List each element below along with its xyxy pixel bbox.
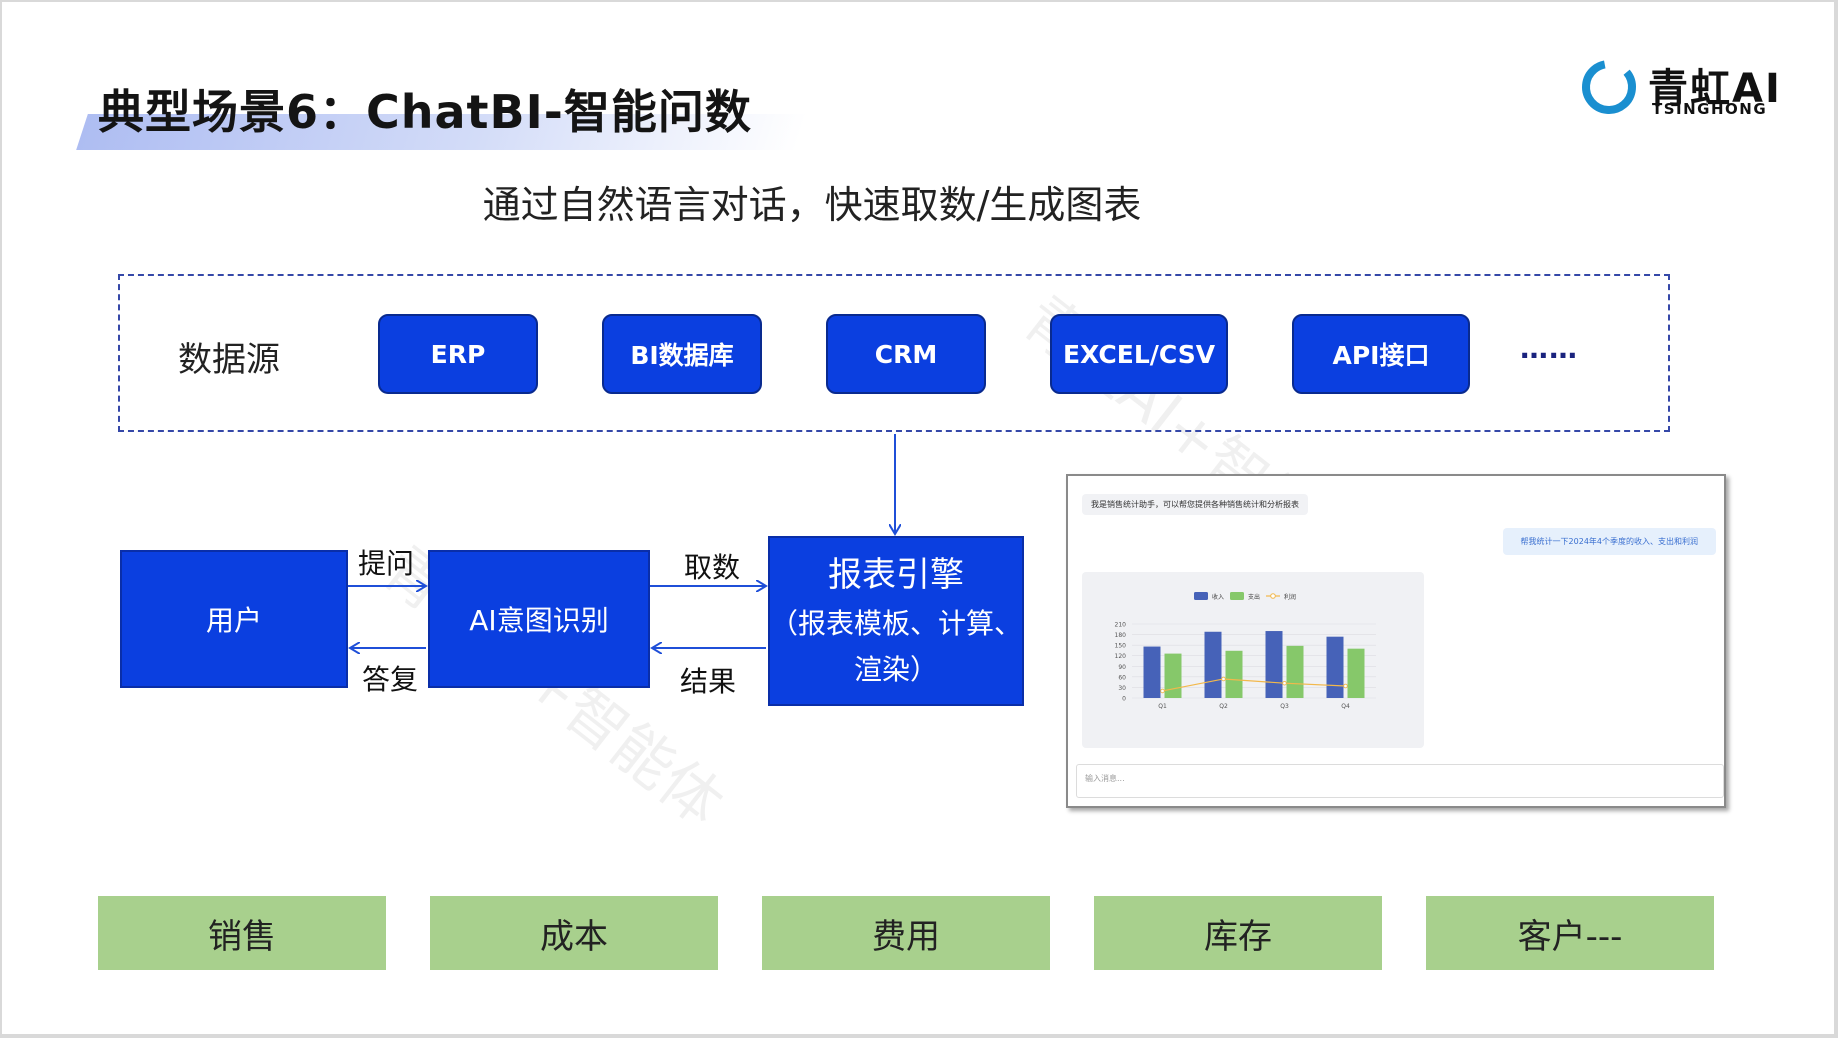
chart-ytick-label: 150: [1115, 643, 1127, 650]
brand-logo: 青虹AI TSINGHONG: [1580, 56, 1780, 120]
chart-bar: [1164, 653, 1182, 698]
chart-xtick-label: Q4: [1341, 703, 1350, 710]
chart-bar: [1347, 648, 1365, 698]
label-result: 结果: [680, 665, 737, 698]
data-source-crm: CRM: [826, 314, 986, 394]
report-engine-line2: （报表模板、计算、: [770, 607, 1023, 640]
chart-line-point: [1160, 688, 1165, 694]
data-source-label: 数据源: [178, 340, 280, 380]
chart-line-series: [1162, 678, 1346, 692]
logo-name-en: TSINGHONG: [1652, 100, 1768, 118]
label-ask: 提问: [358, 547, 415, 580]
category-cost: 成本: [430, 896, 718, 970]
data-source-bi-database: BI数据库: [602, 314, 762, 394]
chart-bar: [1265, 631, 1283, 698]
chart-line-point: [1282, 680, 1287, 686]
chart-xtick-label: Q2: [1219, 703, 1228, 710]
chart-ytick-label: 210: [1115, 622, 1127, 629]
page-subtitle: 通过自然语言对话，快速取数/生成图表: [482, 183, 1142, 227]
chart-ytick-label: 90: [1118, 664, 1126, 671]
chart-legend-marker: [1270, 593, 1276, 599]
chart-line-point: [1343, 683, 1348, 689]
user-message: 帮我统计一下2024年4个季度的收入、支出和利润: [1502, 528, 1716, 555]
chart-line-point: [1221, 676, 1226, 682]
chart-bar: [1204, 631, 1222, 698]
bar-chart: 210 180 150 120 90 60 30 0 收入 支出 利润 Q1 Q2 Q3 Q4: [1115, 592, 1376, 710]
chatbi-demo-screenshot: 我是销售统计助手，可以帮您提供各种销售统计和分析报表 帮我统计一下2024年4个…: [1066, 474, 1726, 808]
data-source-excel-csv: EXCEL/CSV: [1050, 314, 1228, 394]
chart-card: 210 180 150 120 90 60 30 0 收入 支出 利润 Q1 Q2 Q3 Q4: [1082, 572, 1424, 748]
flow-report-engine-box: 报表引擎 （报表模板、计算、 渲染）: [768, 536, 1024, 706]
assistant-message: 我是销售统计助手，可以帮您提供各种销售统计和分析报表: [1082, 494, 1308, 515]
page-title: 典型场景6：ChatBI-智能问数: [98, 85, 752, 139]
chart-legend-label: 支出: [1248, 593, 1260, 601]
label-fetch: 取数: [684, 551, 741, 584]
chart-legend-swatch: [1230, 592, 1244, 600]
flow-user-box: 用户: [120, 550, 348, 688]
report-engine-title: 报表引擎: [828, 555, 964, 595]
category-expense: 费用: [762, 896, 1050, 970]
report-engine-line3: 渲染）: [853, 653, 938, 686]
chart-ytick-label: 180: [1115, 632, 1127, 639]
category-inventory: 库存: [1094, 896, 1382, 970]
chart-bar: [1143, 646, 1161, 698]
chart-legend-label: 收入: [1212, 593, 1224, 601]
chart-bar: [1326, 636, 1344, 698]
message-input-placeholder: 输入消息...: [1085, 774, 1125, 783]
flow-ai-intent-box: AI意图识别: [428, 550, 650, 688]
flow-user-label: 用户: [205, 604, 262, 637]
data-source-erp: ERP: [378, 314, 538, 394]
chart-xtick-label: Q1: [1158, 703, 1167, 710]
chart-bar: [1286, 645, 1304, 698]
chart-ytick-label: 120: [1115, 653, 1127, 660]
chart-ytick-label: 0: [1122, 696, 1126, 703]
category-sales: 销售: [98, 896, 386, 970]
slide: 青虹AI+智能体 青虹AI+智能体 典型场景6：ChatBI-智能问数 青虹AI…: [2, 2, 1834, 1034]
chart-ytick-label: 60: [1118, 674, 1126, 681]
chart-bar: [1225, 650, 1243, 698]
flow-ai-intent-label: AI意图识别: [469, 604, 609, 637]
chart-legend-label: 利润: [1284, 593, 1296, 601]
chart-ytick-label: 30: [1118, 685, 1126, 692]
chart-legend-swatch: [1194, 592, 1208, 600]
chart-xtick-label: Q3: [1280, 703, 1289, 710]
label-reply: 答复: [362, 663, 419, 696]
logo-ring-icon: [1582, 60, 1636, 114]
data-source-more: ……: [1520, 332, 1578, 365]
data-source-api: API接口: [1292, 314, 1470, 394]
message-input[interactable]: 输入消息...: [1076, 764, 1724, 798]
category-customer: 客户---: [1426, 896, 1714, 970]
